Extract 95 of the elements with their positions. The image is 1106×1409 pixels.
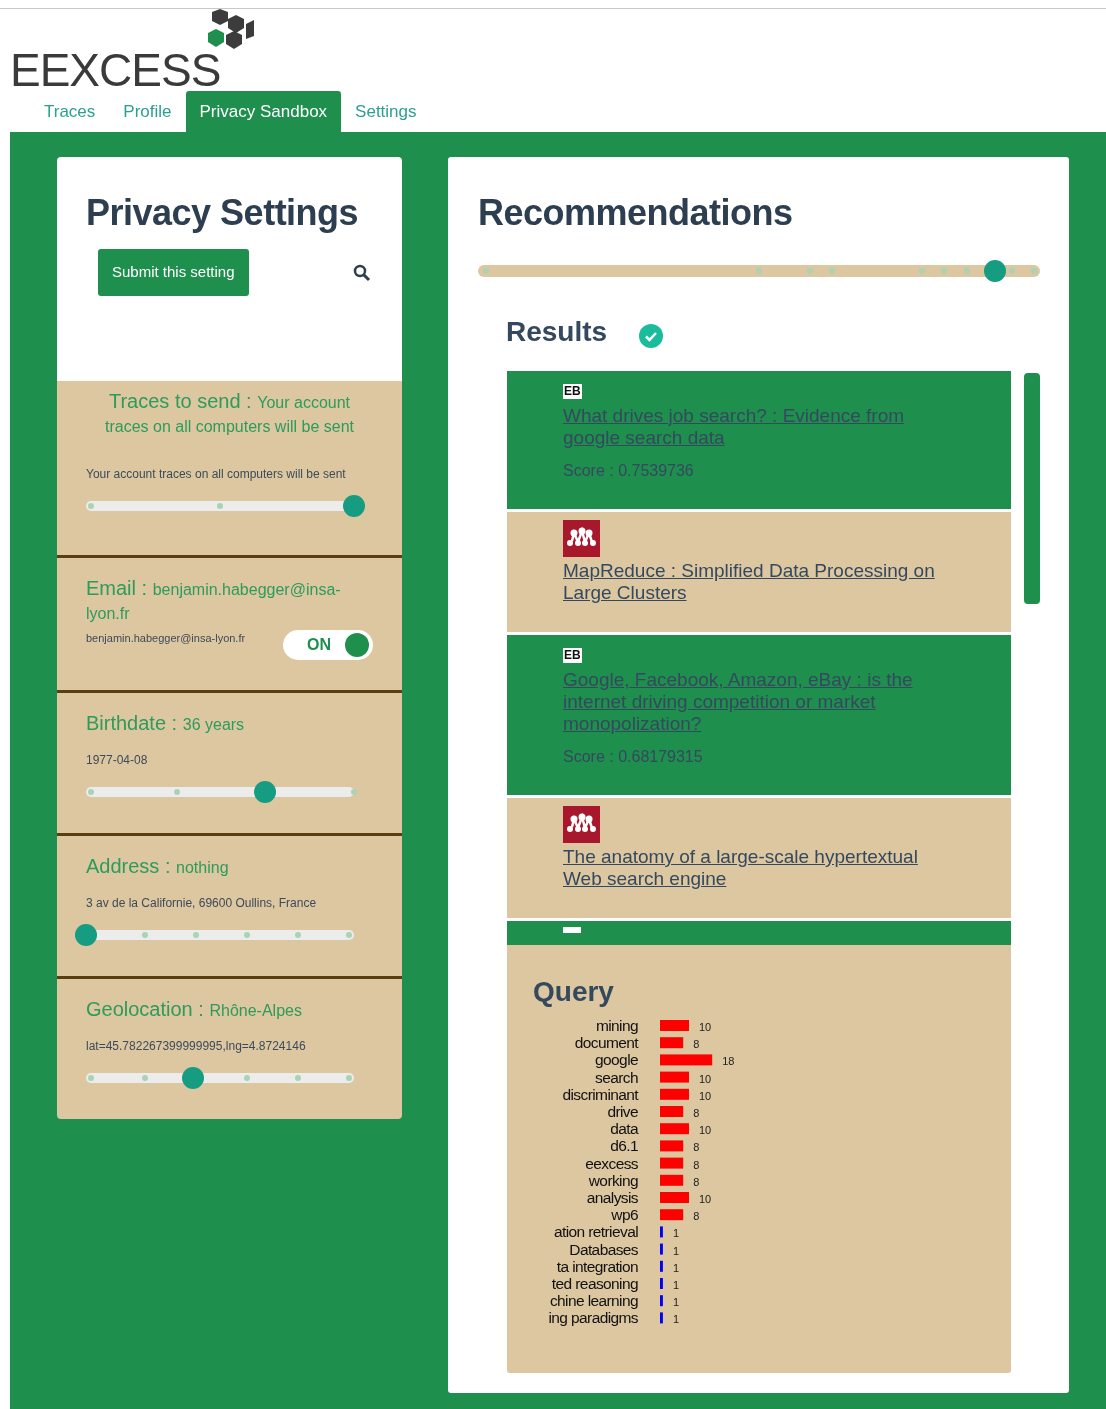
bar (660, 1209, 684, 1221)
category-label: Databases (569, 1240, 638, 1258)
result-link[interactable]: Google, Facebook, Amazon, eBay : is the internet driving competition or market monopolization? (563, 669, 943, 735)
email-toggle[interactable]: ON (283, 630, 373, 660)
bar (660, 1174, 684, 1186)
slider-thumb[interactable] (75, 924, 97, 946)
bar (660, 1192, 689, 1203)
slider-thumb[interactable] (182, 1067, 205, 1089)
source-logo-icon (563, 927, 581, 933)
value-label: 10 (699, 1124, 712, 1137)
bar (660, 1106, 684, 1117)
result-score: Score : 0.7539736 (563, 461, 695, 481)
section-detail: 1977-04-08 (86, 752, 149, 769)
bar (660, 1123, 689, 1135)
query-heading: Query (533, 975, 615, 1009)
category-label: ta integration (556, 1257, 638, 1275)
section-detail: benjamin.habegger@insa-lyon.fr (86, 631, 246, 646)
category-label: d6.1 (610, 1137, 638, 1155)
category-label: document (574, 1034, 638, 1052)
check-circle-icon (639, 324, 664, 348)
category-label: ted reasoning (551, 1275, 638, 1292)
bar (660, 1260, 663, 1272)
value-label: 1 (672, 1261, 680, 1274)
section-detail: Your account traces on all computers will be sent (86, 466, 347, 483)
people-network-icon (563, 806, 600, 843)
category-label: discriminant (562, 1085, 638, 1103)
section-title: Geolocation : Rhône-Alpes (86, 997, 303, 1022)
value-label: 10 (699, 1193, 712, 1205)
value-label: 1 (672, 1244, 680, 1257)
slider-thumb[interactable] (253, 781, 276, 803)
category-label: mining (595, 1017, 638, 1034)
scrollbar[interactable] (1024, 373, 1040, 604)
bar (660, 1140, 684, 1152)
result-link[interactable]: What drives job search? : Evidence from google search data (563, 405, 943, 449)
value-label: 1 (672, 1227, 680, 1240)
value-label: 1 (672, 1296, 680, 1309)
result-link[interactable]: The anatomy of a large-scale hypertextual Web search engine (563, 846, 943, 890)
category-label: search (595, 1068, 638, 1086)
slider[interactable] (478, 260, 1040, 282)
source-logo: EB (563, 384, 582, 399)
section-title: Email : benjamin.habegger@insa-lyon.fr (86, 576, 342, 624)
nav-tab[interactable]: Privacy Sandbox (185, 91, 342, 132)
bar (660, 1088, 689, 1100)
value-label: 10 (699, 1021, 712, 1033)
results-heading: Results (506, 315, 608, 349)
value-label: 8 (693, 1210, 700, 1223)
panel-title: Privacy Settings (86, 191, 360, 235)
value-label: 1 (672, 1279, 680, 1291)
nav-tab[interactable]: Traces (30, 91, 110, 132)
bar (660, 1278, 663, 1289)
bar (660, 1226, 663, 1238)
slider-thumb[interactable] (343, 495, 365, 517)
section-title: Traces to send : Your account traces on all computers will be sent (104, 389, 355, 437)
category-label: ation retrieval (553, 1223, 638, 1241)
category-label: analysis (586, 1189, 638, 1206)
category-label: working (588, 1171, 638, 1189)
value-label: 8 (693, 1158, 700, 1171)
value-label: 8 (693, 1038, 700, 1051)
section-detail: lat=45.782267399999995,lng=4.8724146 (86, 1038, 307, 1055)
bar (660, 1243, 663, 1255)
value-label: 10 (699, 1072, 712, 1085)
bar (660, 1157, 684, 1169)
category-label: ing paradigms (548, 1309, 638, 1327)
logo-text: EEXCESS (10, 47, 221, 93)
value-label: 18 (722, 1055, 735, 1068)
value-label: 8 (693, 1175, 700, 1188)
nav-tab[interactable]: Profile (109, 91, 186, 132)
bar (660, 1054, 713, 1066)
result-score: Score : 0.68179315 (563, 747, 704, 767)
value-label: 10 (699, 1089, 712, 1102)
category-label: google (595, 1051, 638, 1069)
category-label: wp6 (611, 1206, 638, 1224)
bar (660, 1020, 689, 1031)
category-label: eexcess (585, 1154, 638, 1172)
value-label: 8 (693, 1141, 700, 1154)
section-title: Birthdate : 36 years (86, 711, 246, 736)
panel-title: Recommendations (478, 191, 794, 235)
category-label: drive (607, 1103, 638, 1120)
search-icon[interactable] (353, 263, 371, 282)
category-label: data (610, 1120, 638, 1138)
submit-button[interactable]: Submit this setting (98, 249, 249, 296)
result-link[interactable]: MapReduce : Simplified Data Processing on Large Clusters (563, 560, 943, 604)
bar (660, 1312, 663, 1324)
category-label: chine learning (549, 1292, 638, 1310)
section-title: Address : nothing (86, 854, 230, 879)
slider-thumb[interactable] (984, 260, 1007, 282)
bar (660, 1295, 663, 1307)
people-network-icon (563, 520, 600, 557)
value-label: 1 (672, 1313, 680, 1326)
bar (660, 1071, 689, 1083)
nav-tab[interactable]: Settings (341, 91, 431, 132)
source-logo: EB (563, 648, 582, 663)
bar (660, 1037, 684, 1049)
section-detail: 3 av de la Californie, 69600 Oullins, France (86, 895, 318, 912)
value-label: 8 (693, 1107, 700, 1119)
